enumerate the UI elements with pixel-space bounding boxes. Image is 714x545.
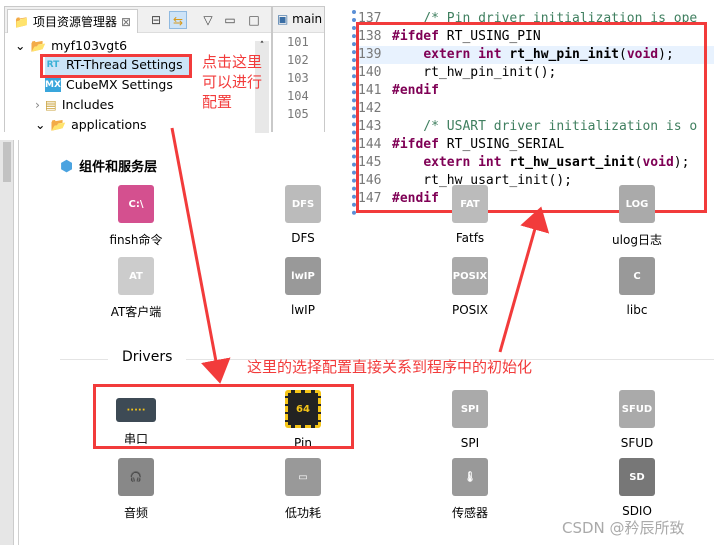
annotation-arrows — [170, 127, 550, 384]
arrow-to-code — [498, 206, 550, 353]
arrow-to-drivers — [170, 127, 231, 384]
